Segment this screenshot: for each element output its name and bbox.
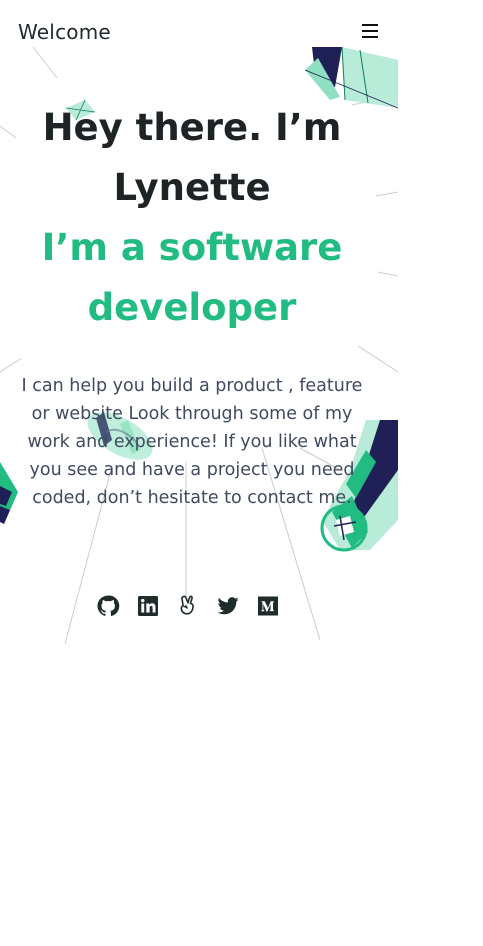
angellist-link[interactable] (176, 594, 200, 618)
github-link[interactable] (96, 594, 120, 618)
twitter-link[interactable] (216, 594, 240, 618)
hamburger-menu-icon[interactable] (362, 24, 378, 38)
linkedin-icon (138, 596, 158, 616)
hero-intro: I can help you build a product , feature… (21, 376, 363, 508)
hero-role: I’m a software developer (41, 226, 343, 329)
github-icon (97, 595, 120, 617)
linkedin-link[interactable] (136, 594, 160, 618)
header-title: Welcome (18, 20, 111, 44)
hero-section: Welcome Hey there. I’m Lynette I’m a sof… (0, 0, 398, 660)
hero-greeting: Hey there. I’m Lynette (42, 106, 342, 209)
medium-icon (258, 596, 278, 616)
angellist-icon (180, 595, 194, 615)
twitter-icon (217, 597, 239, 615)
social-links (96, 594, 280, 618)
hero-heading: Hey there. I’m Lynette I’m a software de… (0, 98, 384, 338)
medium-link[interactable] (256, 594, 280, 618)
page: Welcome Hey there. I’m Lynette I’m a sof… (0, 0, 483, 946)
